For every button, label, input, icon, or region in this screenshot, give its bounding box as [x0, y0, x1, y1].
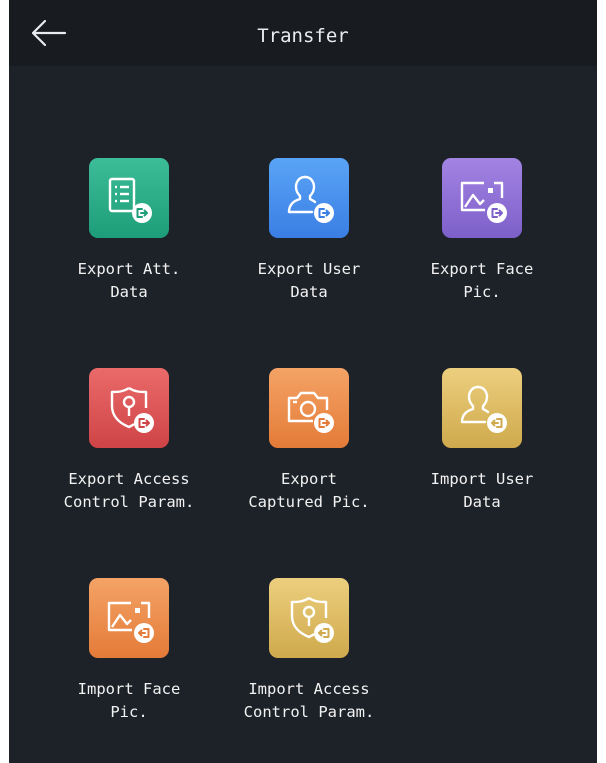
- tile-label: Export User Data: [257, 260, 361, 301]
- tile-label: Import Face Pic.: [77, 680, 181, 721]
- export-access-control-param-button[interactable]: Export Access Control Param.: [41, 368, 217, 528]
- transfer-screen: Transfer Export Att. Data Export User Da…: [9, 0, 597, 763]
- import-user-data-button[interactable]: Import User Data: [394, 368, 570, 528]
- tile-label: Export Att. Data: [77, 260, 181, 301]
- import-access-control-param-button[interactable]: Import Access Control Param.: [221, 578, 397, 738]
- import-face-pic-button[interactable]: Import Face Pic.: [41, 578, 217, 738]
- tile-label: Export Face Pic.: [430, 260, 534, 301]
- access-control-export-icon: [89, 368, 169, 448]
- back-button[interactable]: [29, 17, 69, 49]
- arrow-left-icon: [31, 19, 67, 47]
- tile-label: Export Captured Pic.: [248, 470, 370, 511]
- export-att-data-button[interactable]: Export Att. Data: [41, 158, 217, 318]
- user-export-icon: [269, 158, 349, 238]
- face-picture-export-icon: [442, 158, 522, 238]
- camera-export-icon: [269, 368, 349, 448]
- attendance-export-icon: [89, 158, 169, 238]
- page-title: Transfer: [257, 25, 349, 47]
- export-face-pic-button[interactable]: Export Face Pic.: [394, 158, 570, 318]
- access-control-import-icon: [269, 578, 349, 658]
- user-import-icon: [442, 368, 522, 448]
- tile-label: Import Access Control Param.: [243, 680, 375, 721]
- export-user-data-button[interactable]: Export User Data: [221, 158, 397, 318]
- face-picture-import-icon: [89, 578, 169, 658]
- header-bar: Transfer: [9, 0, 597, 66]
- tile-label: Export Access Control Param.: [63, 470, 195, 511]
- export-captured-pic-button[interactable]: Export Captured Pic.: [221, 368, 397, 528]
- tile-label: Import User Data: [430, 470, 534, 511]
